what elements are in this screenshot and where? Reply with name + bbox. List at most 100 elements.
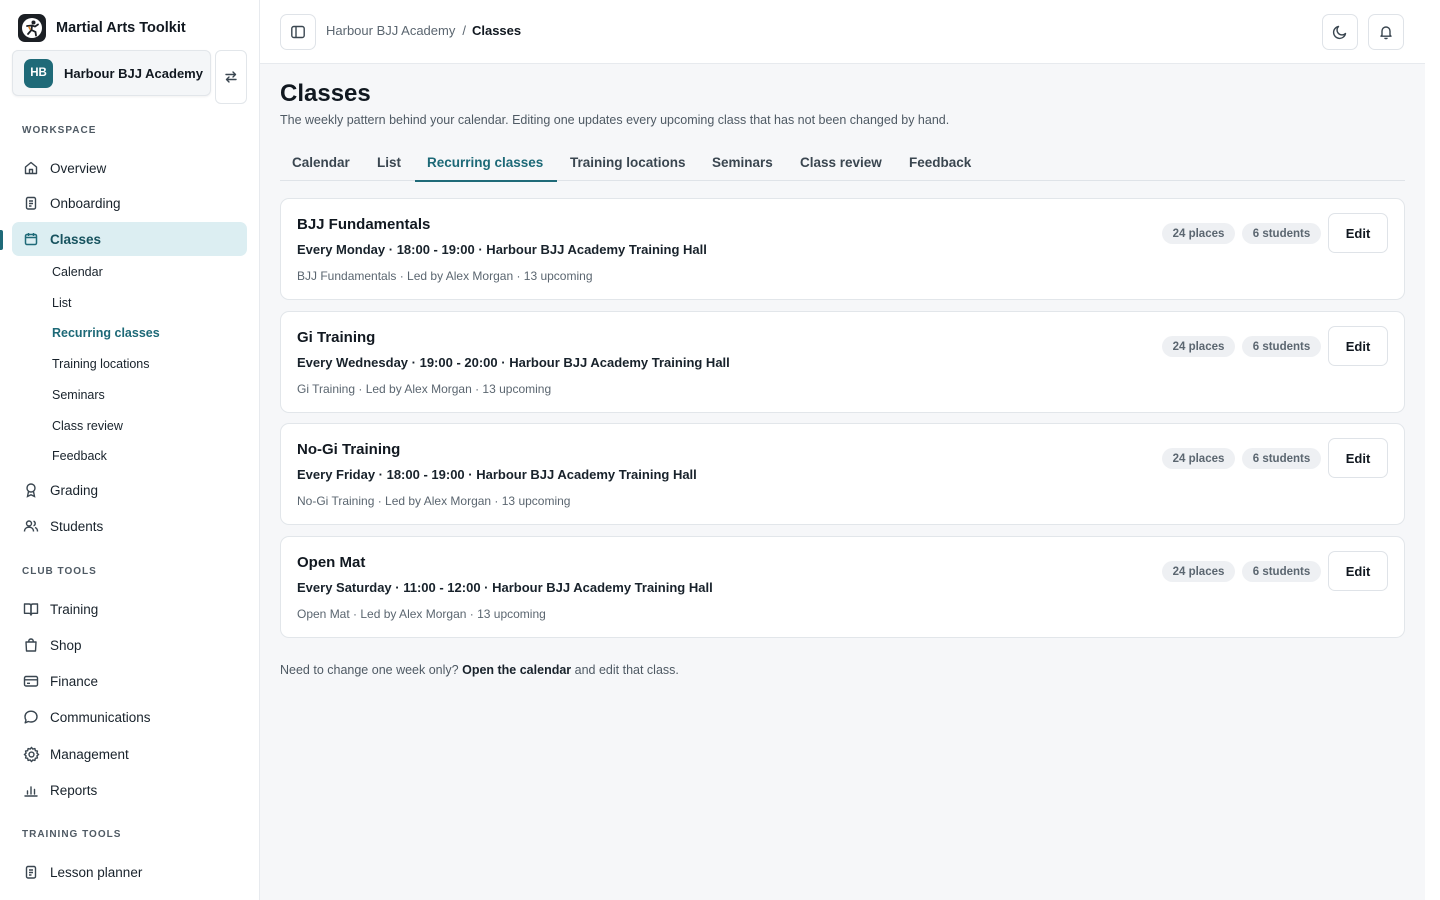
bar-chart-icon	[22, 781, 40, 799]
footer-note: Need to change one week only? Open the c…	[280, 663, 679, 677]
sidebar-subitem-training-locations[interactable]: Training locations	[52, 355, 150, 373]
sidebar-subitem-recurring-classes[interactable]: Recurring classes	[52, 324, 160, 342]
students-badge: 6 students	[1242, 336, 1321, 357]
sidebar-item-label: Classes	[50, 231, 102, 247]
top-bar: Harbour BJJ Academy / Classes	[260, 0, 1425, 64]
sidebar-item-label: Students	[50, 518, 104, 534]
sidebar-item-label: Reports	[50, 782, 98, 798]
places-badge: 24 places	[1162, 223, 1235, 244]
sidebar-subitem-list[interactable]: List	[52, 294, 71, 312]
breadcrumb-parent[interactable]: Harbour BJJ Academy	[326, 23, 455, 38]
places-badge: 24 places	[1162, 336, 1235, 357]
sidebar-item-label: Training	[50, 601, 99, 617]
sidebar-item-communications[interactable]: Communications	[12, 700, 247, 734]
recurring-class-card: Gi Training Every Wednesday · 19:00 - 20…	[280, 311, 1405, 413]
class-meta: Gi Training · Led by Alex Morgan · 13 up…	[297, 382, 552, 396]
calendar-icon	[22, 230, 40, 248]
class-schedule: Every Monday · 18:00 - 19:00 · Harbour B…	[297, 242, 707, 257]
places-badge: 24 places	[1162, 561, 1235, 582]
sidebar-subitem-class-review[interactable]: Class review	[52, 417, 123, 435]
app-name: Martial Arts Toolkit	[56, 20, 186, 36]
page-description: The weekly pattern behind your calendar.…	[280, 113, 950, 127]
sidebar-item-overview[interactable]: Overview	[12, 151, 247, 185]
tab-class-review[interactable]: Class review	[788, 144, 894, 181]
places-badge: 24 places	[1162, 448, 1235, 469]
workspace-selector[interactable]: HB Harbour BJJ Academy	[12, 50, 211, 96]
tab-seminars[interactable]: Seminars	[700, 144, 785, 181]
class-schedule: Every Friday · 18:00 - 19:00 · Harbour B…	[297, 467, 697, 482]
sidebar-item-label: Management	[50, 746, 129, 762]
open-calendar-link[interactable]: Open the calendar	[462, 663, 571, 677]
sidebar-item-label: Lesson planner	[50, 864, 143, 880]
class-title: Gi Training	[297, 329, 376, 346]
tab-calendar[interactable]: Calendar	[280, 144, 362, 181]
sidebar-item-label: Finance	[50, 673, 99, 689]
sidebar-panel-icon	[291, 25, 305, 39]
main-content: Classes The weekly pattern behind your c…	[260, 64, 1425, 900]
edit-class-button[interactable]: Edit	[1328, 438, 1388, 478]
sidebar-item-reports[interactable]: Reports	[12, 773, 247, 807]
tab-recurring-classes[interactable]: Recurring classes	[415, 144, 557, 182]
tab-feedback[interactable]: Feedback	[897, 144, 983, 181]
edit-class-button[interactable]: Edit	[1328, 326, 1388, 366]
footer-note-suffix: and edit that class.	[574, 663, 679, 677]
sidebar-item-label: Grading	[50, 482, 99, 498]
sidebar-item-grading[interactable]: Grading	[12, 473, 247, 507]
section-label-club-tools: CLUB TOOLS	[22, 566, 97, 577]
page-title: Classes	[280, 80, 371, 107]
notifications-button[interactable]	[1368, 14, 1404, 50]
sidebar-item-lesson-planner[interactable]: Lesson planner	[12, 855, 247, 889]
shopping-bag-icon	[22, 636, 40, 654]
breadcrumb-current: Classes	[471, 23, 522, 38]
class-schedule: Every Saturday · 11:00 - 12:00 · Harbour…	[297, 580, 713, 595]
sidebar-item-management[interactable]: Management	[12, 737, 247, 771]
tab-training-locations[interactable]: Training locations	[558, 144, 698, 181]
sidebar-item-finance[interactable]: Finance	[12, 664, 247, 698]
class-title: BJJ Fundamentals	[297, 216, 431, 233]
students-badge: 6 students	[1242, 448, 1321, 469]
class-meta: Open Mat · Led by Alex Morgan · 13 upcom…	[297, 607, 546, 621]
sidebar-item-label: Overview	[50, 160, 107, 176]
sidebar-item-label: Onboarding	[50, 195, 121, 211]
book-open-icon	[22, 600, 40, 618]
sidebar-item-onboarding[interactable]: Onboarding	[12, 186, 247, 220]
theme-toggle-button[interactable]	[1322, 14, 1358, 50]
chat-bubble-icon	[22, 708, 40, 726]
toggle-sidebar-button[interactable]	[280, 14, 316, 50]
sidebar-item-classes[interactable]: Classes	[12, 222, 247, 256]
brand[interactable]: Martial Arts Toolkit	[18, 14, 186, 42]
swap-arrows-icon	[225, 71, 237, 83]
active-nav-marker	[0, 230, 3, 250]
sidebar-item-label: Shop	[50, 637, 82, 653]
users-icon	[22, 517, 40, 535]
sidebar-item-students[interactable]: Students	[12, 509, 247, 543]
class-schedule: Every Wednesday · 19:00 - 20:00 · Harbou…	[297, 355, 730, 370]
class-meta: No-Gi Training · Led by Alex Morgan · 13…	[297, 494, 571, 508]
breadcrumb-separator: /	[462, 23, 466, 38]
sidebar-item-label: Communications	[50, 709, 151, 725]
sidebar-subitem-calendar[interactable]: Calendar	[52, 263, 103, 281]
breadcrumb: Harbour BJJ Academy / Classes	[326, 23, 521, 38]
sidebar-subitem-feedback[interactable]: Feedback	[52, 447, 107, 465]
credit-card-icon	[22, 672, 40, 690]
workspace-name: Harbour BJJ Academy	[64, 65, 203, 81]
sidebar-subitem-seminars[interactable]: Seminars	[52, 386, 105, 404]
notepad-icon	[22, 863, 40, 881]
class-meta: BJJ Fundamentals · Led by Alex Morgan · …	[297, 269, 593, 283]
edit-class-button[interactable]: Edit	[1328, 213, 1388, 253]
martial-artist-logo-icon	[18, 14, 46, 42]
moon-icon	[1332, 25, 1347, 40]
students-badge: 6 students	[1242, 561, 1321, 582]
tab-list[interactable]: List	[365, 144, 413, 181]
sidebar: Martial Arts Toolkit HB Harbour BJJ Acad…	[0, 0, 260, 900]
award-icon	[22, 481, 40, 499]
class-title: No-Gi Training	[297, 441, 401, 458]
edit-class-button[interactable]: Edit	[1328, 551, 1388, 591]
sidebar-item-training[interactable]: Training	[12, 592, 247, 626]
switch-workspace-button[interactable]	[215, 50, 247, 104]
sidebar-item-shop[interactable]: Shop	[12, 628, 247, 662]
workspace-avatar: HB	[24, 58, 53, 88]
window-right-edge	[1425, 0, 1440, 900]
section-label-training-tools: TRAINING TOOLS	[22, 829, 122, 840]
home-icon	[22, 159, 40, 177]
